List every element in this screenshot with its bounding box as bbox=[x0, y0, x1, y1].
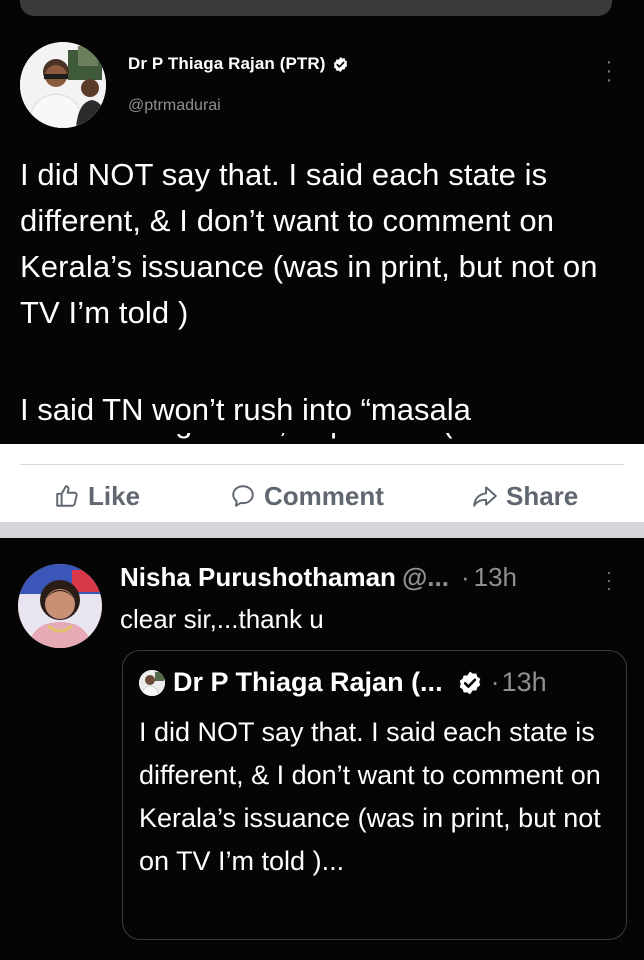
avatar[interactable] bbox=[20, 42, 106, 128]
reply-time[interactable]: 13h bbox=[474, 562, 517, 593]
separator-dot: · bbox=[460, 562, 470, 592]
author-name-text: Dr P Thiaga Rajan (PTR) bbox=[128, 54, 326, 73]
previous-card-edge bbox=[20, 0, 612, 16]
quoted-avatar bbox=[139, 669, 165, 696]
reply-card: Nisha Purushothaman @... · 13h · · · clear… bbox=[0, 538, 644, 960]
tweet-text-cut-off: bonds” - in general, at present (… bbox=[20, 433, 632, 444]
reply-author-name[interactable]: Nisha Purushothaman bbox=[120, 562, 396, 593]
verified-badge-icon bbox=[459, 671, 480, 694]
reply-avatar[interactable] bbox=[18, 564, 102, 648]
more-vertical-icon[interactable]: · · · bbox=[604, 563, 614, 597]
divider bbox=[20, 464, 624, 465]
tweet-text-cut-line: bonds” - in general, at present (… bbox=[20, 433, 632, 444]
quoted-author-name: Dr P Thiaga Rajan (... bbox=[173, 667, 443, 697]
quoted-text: I did NOT say that. I said each state is… bbox=[139, 717, 601, 876]
like-button[interactable]: Like bbox=[54, 478, 140, 514]
share-button[interactable]: Share bbox=[472, 478, 578, 514]
reply-text: clear sir,...thank u bbox=[120, 604, 324, 634]
reply-handle[interactable]: @... bbox=[402, 562, 449, 593]
tweet-text-continued: I said TN won’t rush into “masala bbox=[20, 392, 471, 427]
comment-label: Comment bbox=[264, 480, 384, 511]
facebook-action-bar: Like Comment Share bbox=[0, 444, 644, 538]
like-label: Like bbox=[88, 480, 141, 511]
author-name[interactable]: Dr P Thiaga Rajan (PTR) bbox=[128, 54, 349, 74]
tweet-card: Dr P Thiaga Rajan (PTR) @ptrmadurai · · · … bbox=[0, 0, 644, 444]
more-vertical-icon[interactable]: · · · bbox=[604, 52, 614, 90]
verified-badge-icon bbox=[333, 56, 347, 72]
reply-header: Nisha Purushothaman @... · 13h bbox=[120, 562, 630, 593]
section-separator bbox=[0, 522, 644, 538]
share-label: Share bbox=[506, 480, 579, 511]
author-handle[interactable]: @ptrmadurai bbox=[128, 97, 221, 115]
quoted-tweet[interactable]: Dr P Thiaga Rajan (... · 13h I did NOT s… bbox=[122, 650, 627, 940]
comment-button[interactable]: Comment bbox=[230, 478, 384, 514]
share-arrow-icon bbox=[473, 486, 497, 507]
quoted-header: Dr P Thiaga Rajan (... · 13h bbox=[139, 667, 547, 698]
separator-dot: · bbox=[490, 667, 500, 697]
comment-bubble-icon bbox=[232, 485, 254, 507]
thumbs-up-icon bbox=[56, 485, 78, 507]
tweet-text: I did NOT say that. I said each state is… bbox=[20, 157, 598, 330]
quoted-time: 13h bbox=[501, 667, 547, 697]
